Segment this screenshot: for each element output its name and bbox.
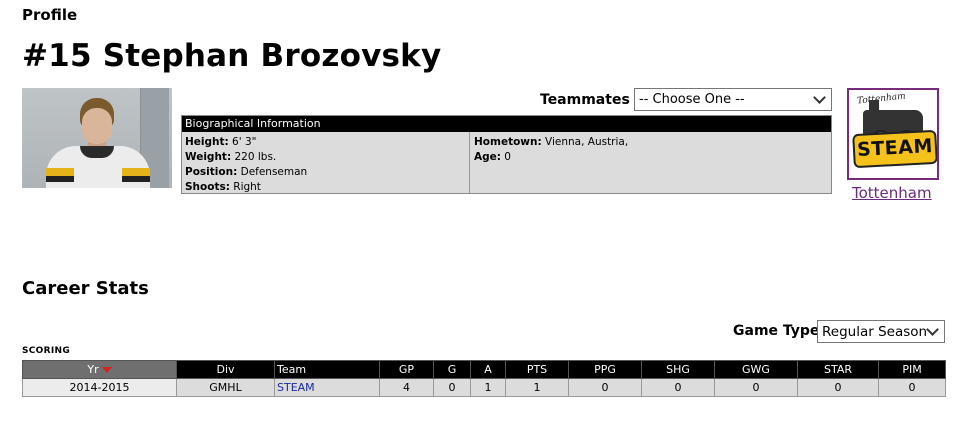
logo-script-text: Tottenham: [856, 91, 907, 107]
bio-value: 220 lbs.: [231, 151, 277, 163]
bio-value: Vienna, Austria,: [541, 136, 629, 148]
column-header-gp[interactable]: GP: [379, 360, 434, 379]
column-label: Yr: [87, 363, 99, 376]
game-type-selected-value: Regular Season: [822, 323, 928, 340]
cell-pim: 0: [878, 378, 946, 397]
bio-key: Hometown:: [474, 136, 542, 148]
team-logo[interactable]: Tottenham STEAM: [847, 88, 939, 180]
bio-panel: Biographical Information Height: 6' 3" W…: [181, 115, 832, 194]
team-row-link[interactable]: STEAM: [277, 381, 315, 394]
column-header-gwg[interactable]: GWG: [714, 360, 798, 379]
cell-a: 1: [470, 378, 506, 397]
column-header-star[interactable]: STAR: [797, 360, 879, 379]
cell-gp: 4: [379, 378, 434, 397]
player-title: #15 Stephan Brozovsky: [22, 38, 442, 74]
bio-value: Defenseman: [237, 166, 308, 178]
column-header-team[interactable]: Team: [274, 360, 380, 379]
bio-weight: Weight: 220 lbs.: [185, 150, 466, 165]
cell-yr: 2014-2015: [22, 378, 177, 397]
bio-age: Age: 0: [474, 150, 828, 165]
bio-left-column: Height: 6' 3" Weight: 220 lbs. Position:…: [182, 132, 470, 193]
chevron-down-icon: [926, 323, 939, 336]
column-header-shg[interactable]: SHG: [641, 360, 715, 379]
bio-key: Height:: [185, 136, 229, 148]
bio-shoots: Shoots: Right: [185, 180, 466, 195]
column-header-div[interactable]: Div: [176, 360, 275, 379]
teammates-label: Teammates: [540, 92, 630, 108]
column-header-pts[interactable]: PTS: [505, 360, 569, 379]
stats-table: Yr Div Team GP G A PTS PPG SHG GWG STAR …: [22, 360, 946, 397]
column-header-ppg[interactable]: PPG: [568, 360, 642, 379]
player-photo: [22, 88, 172, 188]
column-header-g[interactable]: G: [433, 360, 471, 379]
bio-value: Right: [229, 181, 261, 193]
cell-g: 0: [433, 378, 471, 397]
column-header-yr[interactable]: Yr: [22, 360, 177, 379]
logo-word: STEAM: [852, 129, 937, 169]
cell-ppg: 0: [568, 378, 642, 397]
cell-team: STEAM: [274, 378, 380, 397]
game-type-label: Game Type: [733, 323, 820, 339]
cell-pts: 1: [505, 378, 569, 397]
column-header-a[interactable]: A: [470, 360, 506, 379]
team-link[interactable]: Tottenham: [852, 184, 932, 202]
bio-key: Weight:: [185, 151, 232, 163]
chevron-down-icon: [813, 91, 826, 104]
cell-shg: 0: [641, 378, 715, 397]
bio-header: Biographical Information: [182, 116, 831, 132]
table-row: 2014-2015 GMHL STEAM 4 0 1 1 0 0 0 0 0: [22, 378, 946, 397]
cell-star: 0: [797, 378, 879, 397]
page-section-label: Profile: [22, 6, 78, 24]
sort-desc-arrow-icon: [101, 367, 112, 373]
game-type-select[interactable]: Regular Season: [817, 320, 945, 343]
stats-header-row: Yr Div Team GP G A PTS PPG SHG GWG STAR …: [22, 360, 946, 379]
scoring-label: SCORING: [22, 346, 71, 356]
bio-right-column: Hometown: Vienna, Austria, Age: 0: [471, 132, 831, 193]
cell-gwg: 0: [714, 378, 798, 397]
bio-value: 0: [500, 151, 511, 163]
career-stats-heading: Career Stats: [22, 278, 149, 299]
bio-hometown: Hometown: Vienna, Austria,: [474, 135, 828, 150]
column-header-pim[interactable]: PIM: [878, 360, 946, 379]
bio-key: Age:: [474, 151, 501, 163]
bio-key: Shoots:: [185, 181, 230, 193]
bio-height: Height: 6' 3": [185, 135, 466, 150]
bio-position: Position: Defenseman: [185, 165, 466, 180]
cell-div: GMHL: [176, 378, 275, 397]
bio-value: 6' 3": [228, 136, 257, 148]
teammates-select[interactable]: -- Choose One --: [634, 88, 832, 111]
bio-key: Position:: [185, 166, 238, 178]
teammates-selected-value: -- Choose One --: [639, 92, 745, 107]
